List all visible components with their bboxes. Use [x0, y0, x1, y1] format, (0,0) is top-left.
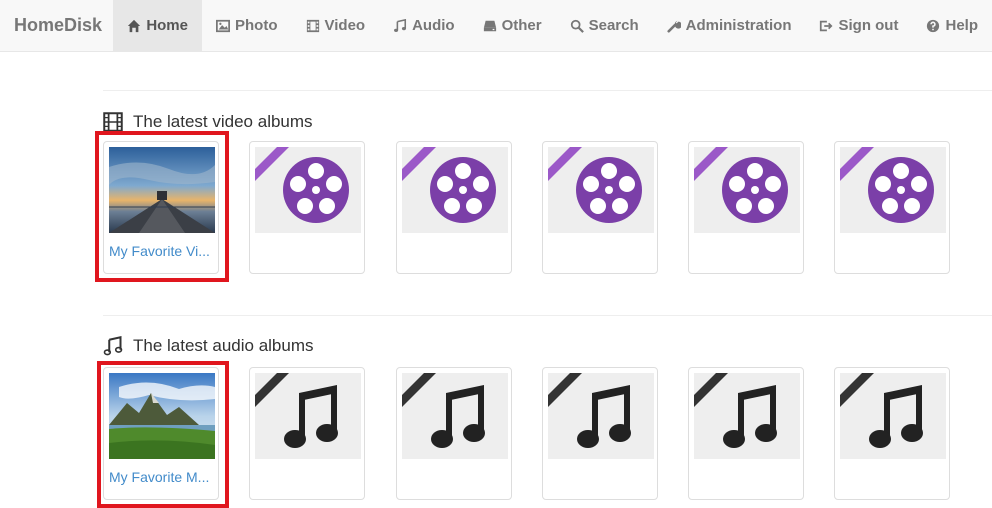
album-cover	[840, 373, 946, 459]
navbar: HomeDisk Home Photo Video Audio Other Se…	[0, 0, 992, 52]
nav-search-label: Search	[588, 17, 639, 34]
music-note-icon	[840, 373, 946, 459]
nav-search[interactable]: Search	[556, 0, 653, 51]
audio-section-title-text: The latest audio albums	[133, 336, 314, 355]
album-cover	[109, 373, 215, 459]
brand[interactable]: HomeDisk	[0, 0, 113, 51]
video-reel-icon	[255, 147, 361, 233]
video-reel-icon	[402, 147, 508, 233]
audio-album-card[interactable]	[834, 367, 950, 500]
video-album-card[interactable]	[249, 141, 365, 274]
nav-home-label: Home	[146, 17, 188, 34]
video-section-title: The latest video albums	[103, 112, 313, 132]
audio-section-title: The latest audio albums	[103, 336, 314, 356]
audio-album-card[interactable]	[688, 367, 804, 500]
video-album-card[interactable]	[542, 141, 658, 274]
nav-video-label: Video	[324, 17, 366, 34]
divider	[103, 315, 992, 316]
nav-other[interactable]: Other	[469, 0, 556, 51]
video-album-card[interactable]	[396, 141, 512, 274]
nav-administration[interactable]: Administration	[653, 0, 806, 51]
question-icon	[927, 19, 940, 32]
nav-sign-out[interactable]: Sign out	[805, 0, 912, 51]
nav-photo-label: Photo	[235, 17, 278, 34]
album-cover	[402, 373, 508, 459]
album-cover	[109, 147, 215, 233]
nav-help-label: Help	[945, 17, 978, 34]
nav-help[interactable]: Help	[912, 0, 992, 51]
music-note-icon	[548, 373, 654, 459]
audio-album-card[interactable]	[542, 367, 658, 500]
album-caption[interactable]: My Favorite M...	[109, 469, 217, 485]
video-section-title-text: The latest video albums	[133, 112, 313, 131]
album-cover	[548, 147, 654, 233]
mountain-lake-photo	[109, 373, 215, 459]
search-icon	[570, 19, 584, 33]
pier-sunset-photo	[109, 147, 215, 233]
video-album-card[interactable]: My Favorite Vi...	[103, 141, 219, 274]
film-icon	[306, 19, 319, 32]
nav-sign-out-label: Sign out	[838, 17, 899, 34]
nav-photo[interactable]: Photo	[202, 0, 292, 51]
video-album-card[interactable]	[688, 141, 804, 274]
wrench-icon	[667, 20, 681, 33]
audio-album-card[interactable]	[396, 367, 512, 500]
nav-video[interactable]: Video	[292, 0, 380, 51]
hdd-icon	[483, 20, 496, 31]
music-note-icon	[394, 18, 407, 32]
audio-album-card[interactable]	[249, 367, 365, 500]
nav-audio[interactable]: Audio	[379, 0, 469, 51]
audio-album-card[interactable]: My Favorite M...	[103, 367, 219, 500]
album-cover	[255, 147, 361, 233]
album-cover	[402, 147, 508, 233]
picture-icon	[216, 19, 230, 32]
album-cover	[255, 373, 361, 459]
sign-out-icon	[820, 20, 833, 31]
divider	[103, 90, 992, 91]
home-icon	[128, 19, 141, 32]
music-note-icon	[103, 336, 123, 356]
music-note-icon	[694, 373, 800, 459]
nav-other-label: Other	[501, 17, 542, 34]
music-note-icon	[255, 373, 361, 459]
album-cover	[548, 373, 654, 459]
music-note-icon	[402, 373, 508, 459]
album-cover	[694, 147, 800, 233]
video-reel-icon	[840, 147, 946, 233]
album-cover	[840, 147, 946, 233]
video-reel-icon	[548, 147, 654, 233]
album-cover	[694, 373, 800, 459]
video-album-card[interactable]	[834, 141, 950, 274]
nav-home[interactable]: Home	[113, 0, 202, 51]
film-icon	[103, 112, 123, 132]
album-caption[interactable]: My Favorite Vi...	[109, 243, 217, 259]
nav-administration-label: Administration	[685, 17, 792, 34]
nav-audio-label: Audio	[412, 17, 455, 34]
video-reel-icon	[694, 147, 800, 233]
